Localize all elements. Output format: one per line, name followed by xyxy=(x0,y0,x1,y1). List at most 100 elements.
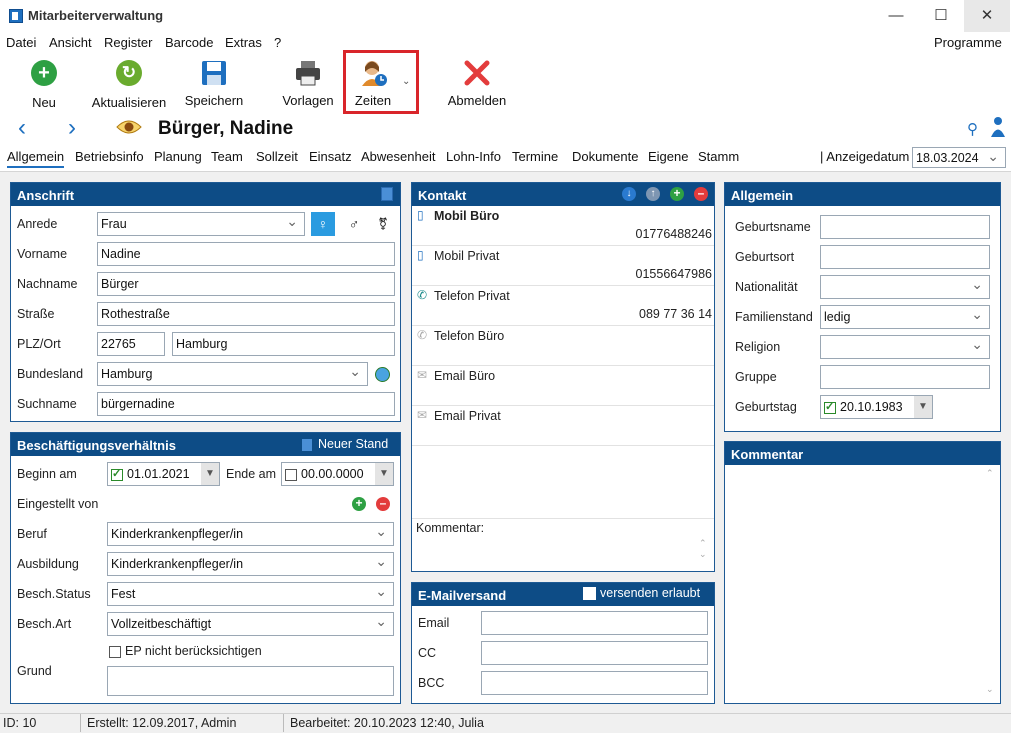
document-icon xyxy=(302,438,312,451)
move-down-icon[interactable]: ↓ xyxy=(622,187,636,201)
status-select[interactable]: Fest xyxy=(107,582,394,606)
tab-planung[interactable]: Planung xyxy=(154,149,202,164)
menu-register[interactable]: Register xyxy=(104,35,152,50)
email-field[interactable] xyxy=(481,611,708,635)
vorlagen-label: Vorlagen xyxy=(282,93,334,108)
contact-item[interactable]: ✉ Email Büro xyxy=(412,366,714,406)
globe-icon[interactable] xyxy=(375,367,390,382)
move-up-icon[interactable]: ↑ xyxy=(646,187,660,201)
geburtsname-field[interactable] xyxy=(820,215,990,239)
add-icon[interactable]: + xyxy=(352,497,366,511)
ort-field[interactable]: Hamburg xyxy=(172,332,395,356)
kommentar-scroll-down-icon[interactable]: ⌄ xyxy=(986,684,994,695)
geburtstag-checkbox[interactable] xyxy=(824,400,836,414)
divider xyxy=(412,518,714,519)
plz-field[interactable]: 22765 xyxy=(97,332,165,356)
gruppe-field[interactable] xyxy=(820,365,990,389)
cc-field[interactable] xyxy=(481,641,708,665)
beginn-date[interactable]: 01.01.2021▼ xyxy=(107,462,220,486)
user-icon[interactable] xyxy=(990,116,1006,141)
ep-checkbox-box[interactable] xyxy=(109,645,121,658)
back-arrow-icon[interactable]: ‹ xyxy=(18,114,26,142)
ende-date[interactable]: 00.00.0000 ▼ xyxy=(281,462,394,486)
nationalitaet-select[interactable] xyxy=(820,275,990,299)
beginn-checkbox[interactable] xyxy=(111,467,123,481)
contact-item[interactable]: ✆ Telefon Privat 089 77 36 14 xyxy=(412,286,714,326)
zeiten-button[interactable]: Zeiten xyxy=(350,58,396,108)
beruf-select[interactable]: Kinderkrankenpfleger/in xyxy=(107,522,394,546)
remove-contact-icon[interactable]: – xyxy=(694,187,708,201)
contact-name: Email Büro xyxy=(434,369,496,383)
kommentar-scroll-icon[interactable]: ⌃ ⌄ xyxy=(699,538,707,560)
anrede-select[interactable]: Frau xyxy=(97,212,305,236)
forward-arrow-icon[interactable]: › xyxy=(68,114,76,142)
status-erstellt: Erstellt: 12.09.2017, Admin xyxy=(87,716,237,730)
contact-item[interactable]: ✆ Telefon Büro xyxy=(412,326,714,366)
menu-datei[interactable]: Datei xyxy=(6,35,36,50)
tab-termine[interactable]: Termine xyxy=(512,149,558,164)
tab-sollzeit[interactable]: Sollzeit xyxy=(256,149,298,164)
suchname-field[interactable]: bürgernadine xyxy=(97,392,395,416)
grund-field[interactable] xyxy=(107,666,394,696)
contact-item[interactable]: ✉ Email Privat xyxy=(412,406,714,446)
close-button[interactable]: ✕ xyxy=(964,0,1010,32)
nationalitaet-label: Nationalität xyxy=(735,280,798,294)
zeiten-dropdown-icon[interactable]: ⌄ xyxy=(402,76,410,87)
employee-name: Bürger, Nadine xyxy=(158,118,294,139)
gruppe-label: Gruppe xyxy=(735,370,777,384)
maximize-button[interactable]: ☐ xyxy=(918,0,964,32)
eye-icon[interactable] xyxy=(116,118,142,139)
vorname-label: Vorname xyxy=(17,247,68,261)
bundesland-label: Bundesland xyxy=(17,367,84,381)
contact-item[interactable]: ▯ Mobil Büro 01776488246 xyxy=(412,206,714,246)
ende-checkbox[interactable] xyxy=(285,468,297,481)
anzeigedatum-picker[interactable]: 18.03.2024 xyxy=(912,147,1006,168)
menu-programme[interactable]: Programme xyxy=(934,35,1002,50)
add-contact-icon[interactable]: + xyxy=(670,187,684,201)
minimize-button[interactable]: — xyxy=(873,0,919,32)
kommentar-field[interactable] xyxy=(725,465,983,701)
nachname-field[interactable]: Bürger xyxy=(97,272,395,296)
abmelden-button[interactable]: Abmelden xyxy=(446,58,508,108)
tab-stamm[interactable]: Stamm xyxy=(698,149,739,164)
tab-lohn-info[interactable]: Lohn-Info xyxy=(446,149,501,164)
versenden-checkbox-box[interactable] xyxy=(583,587,596,601)
kommentar-scroll-up-icon[interactable]: ⌃ xyxy=(986,468,994,479)
menu-help[interactable]: ? xyxy=(274,35,281,50)
copy-icon[interactable] xyxy=(381,187,393,201)
male-icon[interactable]: ♂ xyxy=(342,212,366,236)
search-icon[interactable]: ⚲ xyxy=(967,120,978,138)
menu-ansicht[interactable]: Ansicht xyxy=(49,35,92,50)
vorname-field[interactable]: Nadine xyxy=(97,242,395,266)
tab-einsatz[interactable]: Einsatz xyxy=(309,149,352,164)
geburtstag-date[interactable]: 20.10.1983▼ xyxy=(820,395,933,419)
tab-team[interactable]: Team xyxy=(211,149,243,164)
aktualisieren-button[interactable]: ↻ Aktualisieren xyxy=(88,58,170,110)
contact-item[interactable]: ▯ Mobil Privat 01556647986 xyxy=(412,246,714,286)
tab-abwesenheit[interactable]: Abwesenheit xyxy=(361,149,435,164)
tab-dokumente[interactable]: Dokumente xyxy=(572,149,638,164)
tab-eigene[interactable]: Eigene xyxy=(648,149,688,164)
remove-icon[interactable]: – xyxy=(376,497,390,511)
strasse-field[interactable]: Rothestraße xyxy=(97,302,395,326)
art-select[interactable]: Vollzeitbeschäftigt xyxy=(107,612,394,636)
menu-barcode[interactable]: Barcode xyxy=(165,35,213,50)
geburtsort-field[interactable] xyxy=(820,245,990,269)
neuer-stand-button[interactable]: Neuer Stand xyxy=(302,437,388,451)
speichern-button[interactable]: Speichern xyxy=(183,58,245,108)
ausbildung-select[interactable]: Kinderkrankenpfleger/in xyxy=(107,552,394,576)
diverse-icon[interactable]: ⚧ xyxy=(371,212,395,236)
female-icon[interactable]: ♀ xyxy=(311,212,335,236)
versenden-checkbox[interactable]: versenden erlaubt xyxy=(583,586,700,601)
bundesland-select[interactable]: Hamburg xyxy=(97,362,368,386)
vorlagen-button[interactable]: Vorlagen xyxy=(280,58,336,108)
tab-allgemein[interactable]: Allgemein xyxy=(7,149,65,168)
familienstand-select[interactable]: ledig xyxy=(820,305,990,329)
ep-checkbox[interactable]: EP nicht berücksichtigen xyxy=(109,644,262,658)
neu-button[interactable]: + Neu xyxy=(22,58,66,110)
tab-betriebsinfo[interactable]: Betriebsinfo xyxy=(75,149,144,164)
religion-select[interactable] xyxy=(820,335,990,359)
bcc-field[interactable] xyxy=(481,671,708,695)
kontakt-header: Kontakt xyxy=(412,183,714,206)
menu-extras[interactable]: Extras xyxy=(225,35,262,50)
